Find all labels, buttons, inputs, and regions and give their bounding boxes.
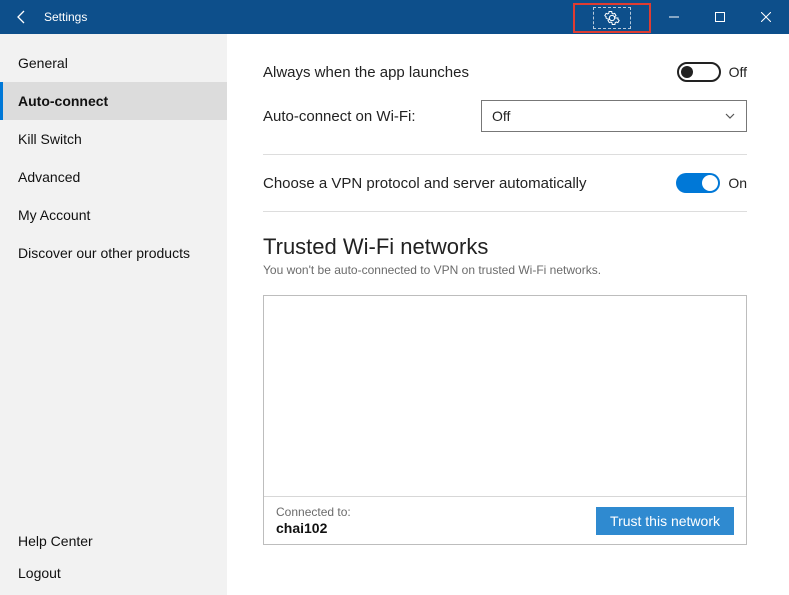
sidebar: General Auto-connect Kill Switch Advance… [0,34,227,595]
sidebar-item-logout[interactable]: Logout [0,557,227,589]
sidebar-item-help-center[interactable]: Help Center [0,525,227,557]
connected-network-name: chai102 [276,520,351,536]
always-launch-label: Always when the app launches [263,64,469,81]
settings-button-highlight[interactable] [573,3,651,33]
arrow-left-icon [14,9,30,25]
auto-wifi-value: Off [492,108,510,124]
back-button[interactable] [0,0,44,34]
sidebar-item-kill-switch[interactable]: Kill Switch [0,120,227,158]
trust-network-button[interactable]: Trust this network [596,507,734,535]
content-panel: Always when the app launches Off Auto-co… [227,34,789,595]
maximize-icon [715,12,725,22]
chevron-down-icon [724,110,736,122]
trusted-networks-box: Connected to: chai102 Trust this network [263,295,747,545]
always-launch-state: Off [729,64,747,80]
maximize-button[interactable] [697,0,743,34]
close-icon [761,12,771,22]
sidebar-item-my-account[interactable]: My Account [0,196,227,234]
connected-to-label: Connected to: [276,505,351,519]
auto-protocol-state: On [728,175,747,191]
auto-wifi-label: Auto-connect on Wi-Fi: [263,108,481,125]
minimize-button[interactable] [651,0,697,34]
sidebar-item-discover[interactable]: Discover our other products [0,234,227,272]
titlebar: Settings [0,0,789,34]
sidebar-item-general[interactable]: General [0,44,227,82]
always-launch-toggle[interactable] [677,62,721,82]
auto-protocol-toggle[interactable] [676,173,720,193]
close-button[interactable] [743,0,789,34]
title-text: Settings [44,10,87,24]
auto-protocol-label: Choose a VPN protocol and server automat… [263,175,587,192]
trusted-networks-list [264,296,746,496]
trusted-subtitle: You won't be auto-connected to VPN on tr… [263,263,747,277]
gear-icon [604,10,620,26]
trusted-title: Trusted Wi-Fi networks [263,234,747,260]
sidebar-item-advanced[interactable]: Advanced [0,158,227,196]
minimize-icon [669,12,679,22]
auto-wifi-select[interactable]: Off [481,100,747,132]
sidebar-item-auto-connect[interactable]: Auto-connect [0,82,227,120]
